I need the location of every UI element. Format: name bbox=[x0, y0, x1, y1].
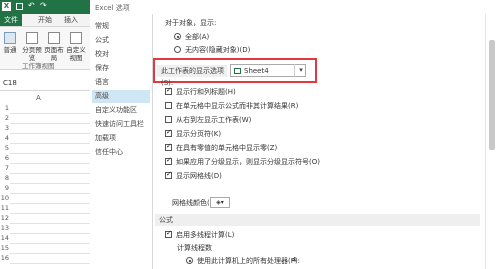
row-number[interactable]: 5 bbox=[0, 144, 9, 152]
option-checkbox[interactable] bbox=[165, 86, 172, 95]
sheet-icon bbox=[234, 68, 241, 74]
grid-line bbox=[10, 183, 90, 184]
grid-line bbox=[10, 223, 90, 224]
option-label[interactable]: 显示行和列标题(H) bbox=[176, 87, 236, 97]
radio-show-all-label[interactable]: 全部(A) bbox=[185, 32, 209, 42]
grid-line bbox=[10, 233, 90, 234]
tab-insert[interactable]: 插入 bbox=[64, 15, 78, 25]
calc-threads-label: 计算线程数 bbox=[177, 244, 212, 252]
custom-view-button[interactable]: 自定义视图 bbox=[66, 46, 86, 62]
row-number[interactable]: 4 bbox=[0, 134, 9, 142]
nav-item[interactable]: 加载项 bbox=[92, 132, 150, 145]
excel-logo-icon: X bbox=[2, 2, 11, 11]
formulas-section-header: 公式 bbox=[155, 214, 480, 226]
nav-item[interactable]: 快速访问工具栏 bbox=[92, 118, 150, 131]
objects-label: 对于对象，显示: bbox=[165, 19, 217, 27]
save-icon[interactable] bbox=[16, 3, 23, 10]
grid-line bbox=[10, 153, 90, 154]
nav-item[interactable]: 常规 bbox=[92, 20, 150, 33]
sheet-select-value: Sheet4 bbox=[244, 67, 269, 75]
name-box[interactable]: C18 bbox=[3, 79, 17, 87]
grid-line bbox=[10, 243, 90, 244]
option-label[interactable]: 从右到左显示工作表(W) bbox=[176, 115, 251, 125]
nav-item[interactable]: 公式 bbox=[92, 34, 150, 47]
radio-hide-objects-label[interactable]: 无内容(隐藏对象)(D) bbox=[185, 45, 250, 55]
nav-item[interactable]: 高级 bbox=[92, 90, 150, 103]
sheet-options-header: 此工作表的显示选项(S): bbox=[157, 65, 227, 87]
row-number[interactable]: 12 bbox=[0, 214, 9, 222]
processor-count: 4 bbox=[292, 256, 297, 264]
tab-home[interactable]: 开始 bbox=[38, 15, 52, 25]
option-label[interactable]: 在具有零值的单元格中显示零(Z) bbox=[176, 143, 277, 153]
nav-item[interactable]: 自定义功能区 bbox=[92, 104, 150, 117]
nav-item[interactable]: 校对 bbox=[92, 48, 150, 61]
grid-line bbox=[10, 203, 90, 204]
custom-view-icon[interactable] bbox=[70, 32, 82, 44]
option-checkbox[interactable] bbox=[165, 156, 172, 165]
row-number[interactable]: 15 bbox=[0, 244, 9, 252]
dialog-title-bar: Excel 选项 bbox=[90, 0, 500, 14]
row-number[interactable]: 6 bbox=[0, 154, 9, 162]
nav-item[interactable]: 语言 bbox=[92, 76, 150, 89]
nav-item[interactable]: 保存 bbox=[92, 62, 150, 75]
option-label[interactable]: 显示分页符(K) bbox=[176, 129, 221, 139]
workbook-views-group-label: 工作簿视图 bbox=[22, 62, 55, 70]
grid-line bbox=[10, 163, 90, 164]
column-header-a[interactable]: A bbox=[36, 94, 41, 102]
tab-file[interactable]: 文件 bbox=[0, 14, 22, 26]
row-number[interactable]: 16 bbox=[0, 254, 9, 262]
grid-line bbox=[10, 193, 90, 194]
row-number[interactable]: 8 bbox=[0, 174, 9, 182]
chevron-down-icon[interactable]: ▾ bbox=[294, 64, 307, 77]
row-number[interactable]: 2 bbox=[0, 114, 9, 122]
nav-item[interactable]: 信任中心 bbox=[92, 146, 150, 159]
undo-icon[interactable]: ↶ bbox=[28, 1, 35, 10]
normal-view-icon[interactable] bbox=[4, 32, 16, 44]
formulas-section-title: 公式 bbox=[159, 216, 173, 224]
gridline-color-button[interactable]: ◈▾ bbox=[210, 197, 230, 208]
grid-line bbox=[10, 173, 90, 174]
row-number[interactable]: 3 bbox=[0, 124, 9, 132]
radio-show-all[interactable] bbox=[174, 33, 181, 40]
grid-line bbox=[10, 123, 90, 124]
option-checkbox[interactable] bbox=[165, 102, 172, 109]
grid-line bbox=[10, 133, 90, 134]
grid-line bbox=[10, 213, 90, 214]
radio-all-processors[interactable] bbox=[186, 257, 193, 264]
row-number[interactable]: 14 bbox=[0, 234, 9, 242]
option-checkbox[interactable] bbox=[165, 128, 172, 137]
multithread-checkbox[interactable] bbox=[165, 229, 172, 238]
grid-line bbox=[10, 253, 90, 254]
dialog-title: Excel 选项 bbox=[95, 4, 130, 12]
option-label[interactable]: 在单元格中显示公式而非其计算结果(R) bbox=[176, 101, 298, 111]
row-number[interactable]: 13 bbox=[0, 224, 9, 232]
grid-line bbox=[10, 113, 90, 114]
option-label[interactable]: 显示网格线(D) bbox=[176, 171, 222, 181]
row-number[interactable]: 11 bbox=[0, 204, 9, 212]
row-number[interactable]: 9 bbox=[0, 184, 9, 192]
normal-view-button[interactable]: 普通 bbox=[0, 46, 20, 54]
option-checkbox[interactable] bbox=[165, 142, 172, 151]
row-number[interactable]: 7 bbox=[0, 164, 9, 172]
redo-icon[interactable]: ↷ bbox=[40, 1, 47, 10]
option-checkbox[interactable] bbox=[165, 116, 172, 123]
multithread-label[interactable]: 启用多线程计算(L) bbox=[176, 230, 234, 240]
radio-hide-objects[interactable] bbox=[174, 46, 181, 53]
grid-line bbox=[10, 143, 90, 144]
excel-title-bar: X ↶ ↷ bbox=[0, 0, 90, 14]
option-checkbox[interactable] bbox=[165, 170, 172, 179]
grid-line bbox=[10, 263, 90, 264]
all-processors-label[interactable]: 使用此计算机上的所有处理器(P): bbox=[197, 256, 300, 266]
page-break-view-icon[interactable] bbox=[26, 32, 38, 44]
option-label[interactable]: 如果应用了分级显示，则显示分级显示符号(O) bbox=[176, 157, 320, 167]
row-number[interactable]: 1 bbox=[0, 104, 9, 112]
row-number[interactable]: 10 bbox=[0, 194, 9, 202]
formula-bar: C18 bbox=[0, 78, 90, 91]
scroll-thumb[interactable] bbox=[489, 40, 495, 150]
page-layout-view-icon[interactable] bbox=[48, 32, 60, 44]
